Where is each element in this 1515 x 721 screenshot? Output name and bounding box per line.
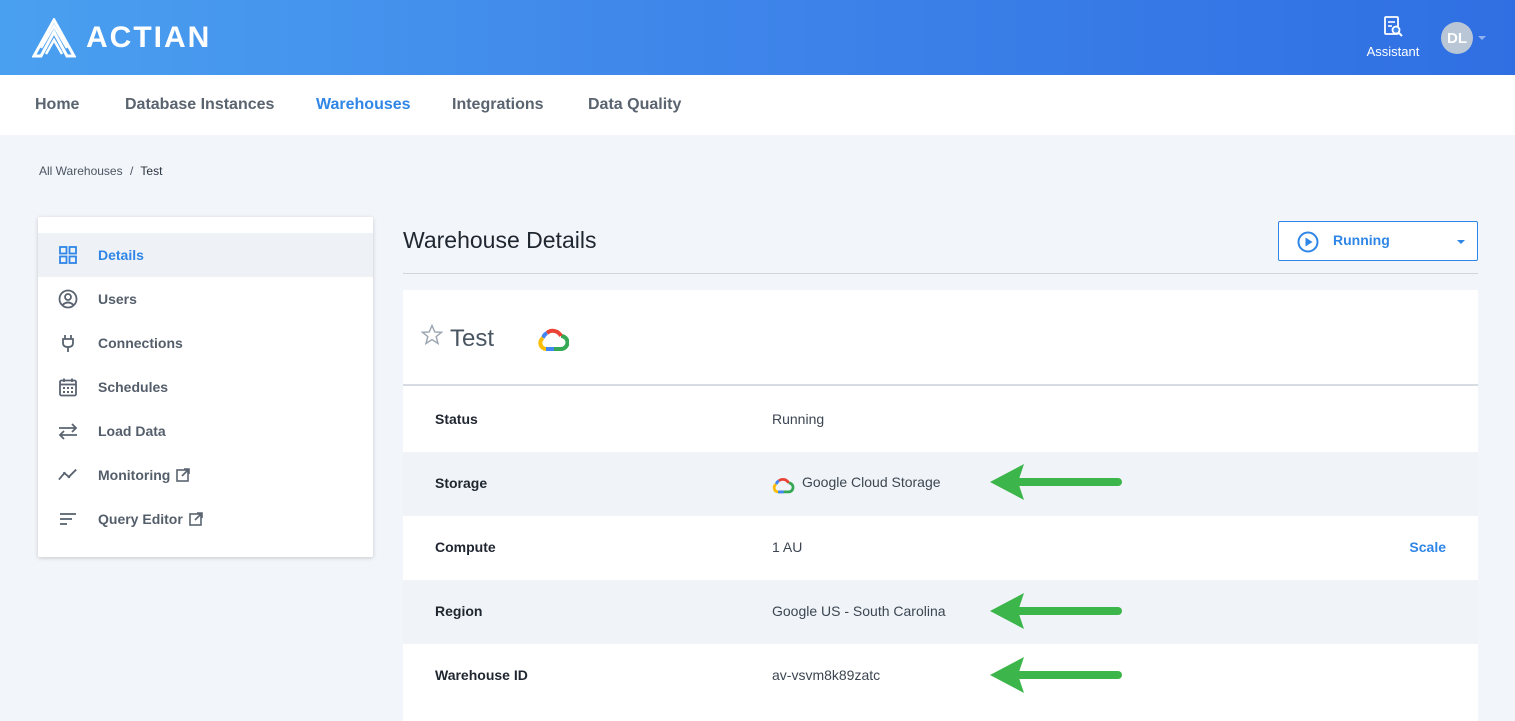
warehouse-name: Test [450, 325, 495, 352]
status-dropdown-value: Running [1333, 232, 1390, 248]
sidebar-item-query-editor[interactable]: Query Editor [38, 497, 373, 541]
annotation-arrow-left-icon [990, 464, 1122, 500]
detail-value: av-vsvm8k89zatc [772, 667, 881, 683]
user-circle-icon [58, 289, 78, 309]
detail-value: Google US - South Carolina [772, 603, 946, 619]
detail-value: Google Cloud Storage [802, 474, 941, 490]
detail-key: Compute [435, 539, 496, 555]
calendar-icon [58, 377, 78, 397]
actian-logo[interactable]: ACTIAN [32, 18, 211, 58]
annotation-arrow-left-icon [990, 657, 1122, 693]
sidebar-item-monitoring[interactable]: Monitoring [38, 453, 373, 497]
play-circle-icon [1297, 231, 1319, 253]
sidebar-item-details[interactable]: Details [38, 233, 373, 277]
top-header: ACTIAN Assistant DL [0, 0, 1515, 75]
detail-row-storage: Storage Google Cloud Storage [403, 452, 1478, 516]
detail-row-compute: Compute 1 AU Scale [403, 516, 1478, 580]
sidebar-item-label: Users [98, 291, 137, 307]
brand-name: ACTIAN [86, 21, 212, 54]
nav-data-quality[interactable]: Data Quality [588, 96, 681, 114]
sidebar-item-users[interactable]: Users [38, 277, 373, 321]
status-dropdown[interactable]: Running [1278, 221, 1478, 261]
detail-key: Warehouse ID [435, 667, 528, 683]
main-nav: Home Database Instances Warehouses Integ… [0, 75, 1515, 135]
plug-icon [58, 333, 78, 353]
trend-line-icon [58, 465, 78, 485]
assistant-search-icon [1384, 16, 1403, 37]
sidebar-item-label: Monitoring [98, 467, 191, 483]
sidebar-item-label: Schedules [98, 379, 169, 395]
page-title: Warehouse Details [403, 227, 597, 253]
detail-value: Running [772, 411, 825, 427]
breadcrumb: All Warehouses / Test [39, 164, 162, 178]
sidebar-item-label: Query Editor [98, 511, 203, 527]
external-link-icon [176, 468, 191, 482]
sidebar-item-label: Connections [98, 335, 183, 351]
detail-row-status: Status Running [403, 388, 1478, 452]
sidebar-item-load-data[interactable]: Load Data [38, 409, 373, 453]
lines-icon [58, 509, 78, 529]
grid-icon [58, 245, 78, 265]
assistant-button[interactable]: Assistant [1362, 16, 1424, 59]
nav-database-instances[interactable]: Database Instances [125, 96, 274, 114]
detail-key: Region [435, 603, 483, 619]
external-link-icon [188, 512, 203, 526]
sidebar-item-schedules[interactable]: Schedules [38, 365, 373, 409]
detail-key: Storage [435, 475, 488, 491]
annotation-arrow-left-icon [990, 593, 1122, 629]
warehouse-sidebar: Details Users Connections Schedules Load… [38, 217, 373, 557]
google-cloud-icon [538, 328, 569, 351]
avatar[interactable]: DL [1441, 22, 1473, 54]
detail-row-region: Region Google US - South Carolina [403, 580, 1478, 644]
google-cloud-icon [772, 477, 795, 494]
detail-key: Status [435, 411, 478, 427]
assistant-label: Assistant [1366, 44, 1420, 59]
warehouse-details-card: Test Status Running Storage Google Cloud… [403, 290, 1478, 721]
detail-row-warehouse-id: Warehouse ID av-vsvm8k89zatc [403, 644, 1478, 708]
sidebar-item-label: Load Data [98, 423, 166, 439]
sidebar-item-connections[interactable]: Connections [38, 321, 373, 365]
scale-link[interactable]: Scale [1409, 539, 1446, 555]
actian-logo-icon [32, 18, 76, 58]
nav-integrations[interactable]: Integrations [452, 96, 544, 114]
star-outline-icon[interactable] [421, 324, 443, 346]
swap-arrows-icon [58, 421, 78, 441]
divider [403, 273, 1478, 274]
warehouse-header: Test [403, 290, 1478, 386]
chevron-down-icon [1457, 240, 1465, 244]
nav-warehouses[interactable]: Warehouses [316, 96, 411, 114]
detail-value: 1 AU [772, 539, 803, 555]
breadcrumb-current: Test [140, 164, 163, 178]
nav-home[interactable]: Home [35, 96, 79, 114]
sidebar-item-label: Details [98, 247, 144, 263]
breadcrumb-separator: / [129, 164, 134, 178]
breadcrumb-all-warehouses[interactable]: All Warehouses [39, 164, 123, 178]
chevron-down-icon[interactable] [1478, 36, 1486, 40]
